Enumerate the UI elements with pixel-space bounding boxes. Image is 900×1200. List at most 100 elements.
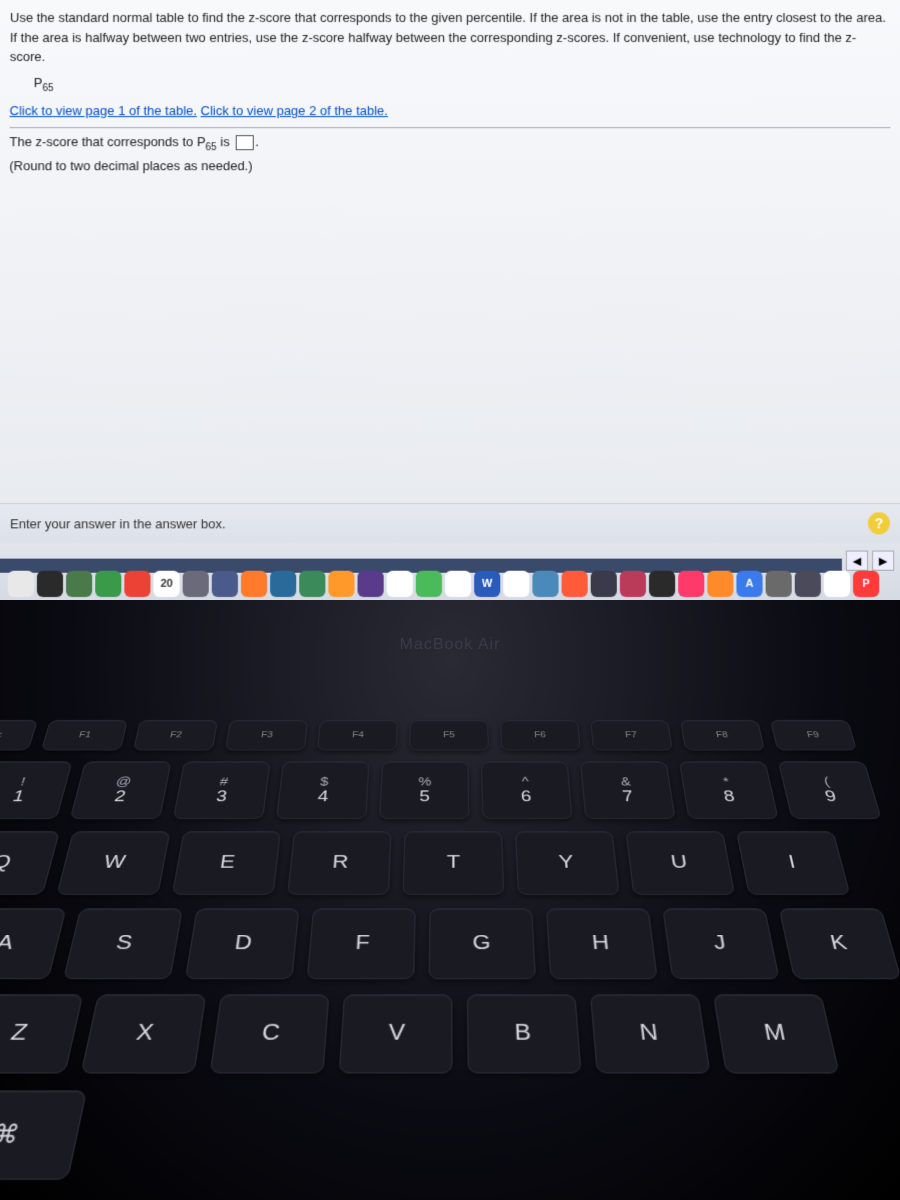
system-icon[interactable] — [37, 571, 63, 597]
key: D — [185, 908, 300, 979]
separator — [10, 127, 891, 128]
key: esc — [0, 720, 38, 750]
app15-icon[interactable]: P — [853, 571, 879, 597]
finder-icon[interactable] — [8, 571, 34, 597]
settings-icon[interactable] — [766, 571, 792, 597]
key: G — [428, 908, 536, 979]
nav-bar: ◀ ▶ — [846, 551, 894, 571]
app9-icon[interactable] — [591, 571, 617, 597]
app14-icon[interactable] — [824, 571, 850, 597]
key: F8 — [680, 720, 765, 750]
key: &7 — [580, 761, 676, 819]
key: J — [662, 908, 779, 979]
key: M — [713, 994, 840, 1073]
key: R — [287, 831, 391, 895]
app7-icon[interactable] — [532, 571, 558, 597]
key: F9 — [770, 720, 857, 750]
key: F1 — [41, 720, 128, 750]
pages-icon[interactable] — [328, 571, 354, 597]
answer-line: The z-score that corresponds to P65 is . — [9, 132, 890, 155]
app8-icon[interactable] — [562, 571, 588, 597]
table-page1-link[interactable]: Click to view page 1 of the table. — [10, 103, 197, 118]
screen: Use the standard normal table to find th… — [0, 0, 900, 603]
key: ^6 — [481, 761, 573, 819]
numbers-icon[interactable] — [299, 571, 325, 597]
key: F — [307, 908, 416, 979]
app4-icon[interactable] — [416, 571, 442, 597]
key: C — [210, 994, 330, 1073]
facetime-icon[interactable] — [95, 571, 121, 597]
app13-icon[interactable] — [795, 571, 821, 597]
prev-button[interactable]: ◀ — [846, 551, 868, 571]
key: S — [63, 908, 183, 979]
podcast-icon[interactable] — [358, 571, 384, 597]
p-prefix: P — [34, 75, 43, 90]
answer-before: The z-score that corresponds to P — [9, 134, 205, 149]
word-icon[interactable]: W — [474, 571, 500, 597]
key: F5 — [409, 720, 489, 750]
app1-icon[interactable] — [212, 571, 238, 597]
key: F3 — [225, 720, 308, 750]
app2-icon[interactable] — [241, 571, 267, 597]
key: F6 — [500, 720, 581, 750]
key: $4 — [276, 761, 370, 819]
app12-icon[interactable] — [707, 571, 733, 597]
key: I — [736, 831, 850, 895]
app10-icon[interactable] — [620, 571, 646, 597]
key: N — [590, 994, 711, 1073]
footer-bar: Enter your answer in the answer box. ? — [0, 503, 900, 542]
key: %5 — [379, 761, 469, 819]
percentile-label: P65 — [34, 73, 891, 96]
laptop-body: MacBook Air escF1F2F3 F4 F5 F6 F7F8F9 !1@2#3… — [0, 600, 900, 1200]
key: W — [56, 831, 170, 895]
calendar-icon[interactable]: 20 — [153, 571, 179, 597]
key: V — [339, 994, 453, 1073]
key: F7 — [590, 720, 673, 750]
answer-after: is — [217, 134, 234, 149]
dock: 20 W A P — [4, 569, 897, 599]
key: *8 — [679, 761, 779, 819]
key-cmd: ⌘ — [0, 1090, 87, 1179]
key: Q — [0, 831, 60, 895]
app6-icon[interactable] — [503, 571, 529, 597]
photos-icon[interactable] — [387, 571, 413, 597]
key: U — [626, 831, 736, 895]
music-icon[interactable] — [678, 571, 704, 597]
key: A — [0, 908, 67, 979]
key: #3 — [173, 761, 271, 819]
table-page2-link[interactable]: Click to view page 2 of the table. — [201, 103, 388, 118]
key: E — [172, 831, 281, 895]
key: @2 — [70, 761, 172, 819]
key: F2 — [133, 720, 218, 750]
question-panel: Use the standard normal table to find th… — [0, 0, 900, 184]
round-note: (Round to two decimal places as needed.) — [9, 156, 890, 176]
key: F4 — [317, 720, 398, 750]
app5-icon[interactable] — [445, 571, 471, 597]
p-sub: 65 — [42, 82, 53, 93]
answer-input[interactable] — [235, 135, 253, 150]
keyboard: escF1F2F3 F4 F5 F6 F7F8F9 !1@2#3$4%5^6&7*8(9… — [0, 720, 900, 1199]
appstore-icon[interactable]: A — [736, 571, 762, 597]
chrome-icon[interactable] — [124, 571, 150, 597]
answer-sub: 65 — [205, 141, 216, 152]
next-button[interactable]: ▶ — [872, 551, 894, 571]
key: Z — [0, 994, 83, 1073]
answer-period: . — [255, 134, 259, 149]
key: X — [81, 994, 207, 1073]
preview-icon[interactable] — [183, 571, 209, 597]
key: T — [402, 831, 504, 895]
app3-icon[interactable] — [270, 571, 296, 597]
key: H — [546, 908, 658, 979]
key: !1 — [0, 761, 73, 819]
app11-icon[interactable] — [649, 571, 675, 597]
laptop-brand: MacBook Air — [400, 636, 501, 654]
key: Y — [515, 831, 620, 895]
footer-prompt: Enter your answer in the answer box. — [10, 516, 226, 531]
instructions-text: Use the standard normal table to find th… — [10, 8, 891, 67]
messages-icon[interactable] — [66, 571, 92, 597]
help-button[interactable]: ? — [868, 512, 890, 534]
key: (9 — [778, 761, 882, 819]
table-links: Click to view page 1 of the table. Click… — [10, 101, 891, 121]
key: B — [467, 994, 582, 1073]
key: K — [779, 908, 900, 979]
